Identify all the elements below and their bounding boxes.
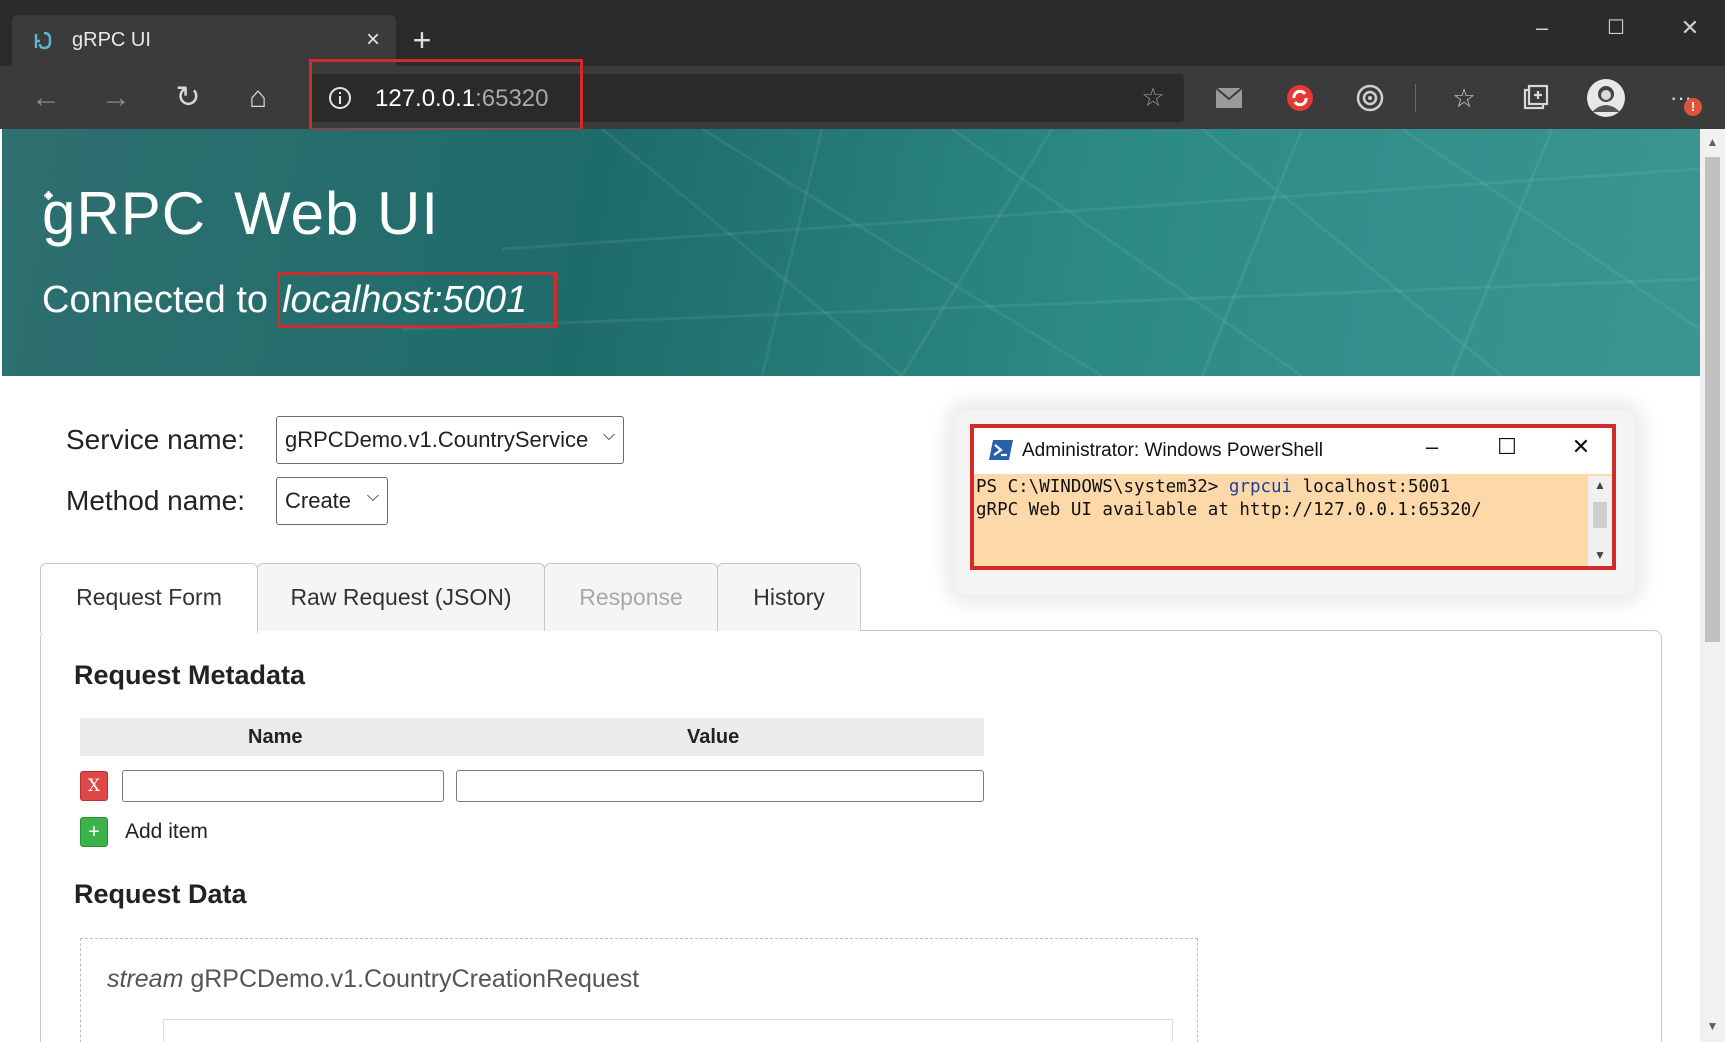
toolbar-separator [1415, 84, 1416, 112]
console-line: PS C:\WINDOWS\system32> grpcui localhost… [976, 476, 1588, 499]
console-command: grpcui [1228, 477, 1293, 497]
banner-pattern [401, 129, 1700, 376]
method-name-label: Method name: [66, 485, 245, 516]
address-highlight-box [309, 59, 583, 131]
powershell-icon [989, 440, 1013, 460]
forward-icon[interactable]: → [94, 76, 138, 120]
profile-avatar[interactable] [1583, 75, 1629, 121]
add-item-button[interactable]: + [80, 817, 108, 847]
metadata-name-input[interactable] [122, 770, 444, 802]
scroll-down-arrow-icon[interactable]: ▼ [1703, 1019, 1722, 1039]
scrollbar-thumb[interactable] [1593, 502, 1607, 528]
metadata-value-input[interactable] [456, 770, 984, 802]
notification-badge: ! [1684, 98, 1702, 116]
message-fields-box [163, 1019, 1173, 1042]
maximize-icon[interactable]: ☐ [1586, 10, 1646, 46]
message-type-name: gRPCDemo.v1.CountryCreationRequest [183, 965, 640, 993]
logo-grpc: gRPC [42, 180, 207, 247]
service-name-value: gRPCDemo.v1.CountryService [285, 427, 589, 452]
service-name-label: Service name: [66, 424, 245, 455]
powershell-window: Administrator: Windows PowerShell – ☐ ✕ … [970, 424, 1616, 570]
tab-response[interactable]: Response [544, 563, 718, 631]
sync-extension-icon[interactable] [1277, 75, 1323, 121]
close-icon[interactable]: ✕ [1563, 434, 1599, 466]
tab-request-form[interactable]: Request Form [40, 563, 258, 633]
collections-icon[interactable] [1512, 75, 1558, 121]
refresh-icon[interactable]: ↻ [166, 76, 210, 120]
tab-strip: gRPC UI × + – ☐ ✕ [0, 0, 1725, 66]
chevron-down-icon: ⌵ [602, 427, 615, 444]
browser-chrome: gRPC UI × + – ☐ ✕ ← → ↻ ⌂ 127.0.0.1:6532… [0, 0, 1725, 129]
target-extension-icon[interactable] [1347, 75, 1393, 121]
console-args: localhost:5001 [1292, 477, 1451, 497]
powershell-console[interactable]: PS C:\WINDOWS\system32> grpcui localhost… [974, 476, 1588, 566]
maximize-icon[interactable]: ☐ [1489, 434, 1525, 466]
powershell-title: Administrator: Windows PowerShell [1022, 440, 1323, 461]
close-tab-icon[interactable]: × [358, 25, 388, 55]
minimize-icon[interactable]: – [1512, 10, 1572, 46]
browser-toolbar: ← → ↻ ⌂ 127.0.0.1:65320 ☆ ☆ ··· ! [0, 66, 1725, 129]
back-icon[interactable]: ← [24, 76, 68, 120]
close-window-icon[interactable]: ✕ [1660, 10, 1720, 46]
request-metadata-heading: Request Metadata [74, 660, 306, 690]
remove-row-button[interactable]: X [80, 771, 108, 801]
header-banner: gRPC Web UI Connected to localhost:5001 [2, 129, 1700, 376]
mail-icon[interactable] [1206, 75, 1252, 121]
scrollbar-thumb[interactable] [1705, 157, 1720, 642]
method-name-select[interactable]: Create ⌵ [276, 477, 388, 525]
tab-raw-request[interactable]: Raw Request (JSON) [257, 563, 545, 631]
metadata-table-header: Name Value [80, 718, 984, 756]
column-header-value: Value [687, 726, 740, 748]
favorites-icon[interactable]: ☆ [1441, 75, 1487, 121]
message-type-label: stream gRPCDemo.v1.CountryCreationReques… [107, 965, 639, 994]
stream-keyword: stream [107, 965, 184, 993]
connected-label: Connected to [42, 279, 269, 321]
new-tab-button[interactable]: + [404, 22, 440, 58]
scroll-up-arrow-icon[interactable]: ▲ [1594, 478, 1606, 492]
method-name-value: Create [285, 488, 352, 513]
powershell-scrollbar[interactable]: ▲ ▼ [1588, 476, 1612, 566]
app-logo: gRPC Web UI [42, 179, 439, 248]
logo-webui: Web UI [234, 180, 440, 247]
favorite-star-icon[interactable]: ☆ [1137, 82, 1169, 114]
service-name-select[interactable]: gRPCDemo.v1.CountryService ⌵ [276, 416, 624, 464]
column-header-name: Name [248, 726, 303, 748]
home-icon[interactable]: ⌂ [236, 76, 280, 120]
scroll-up-arrow-icon[interactable]: ▲ [1703, 135, 1722, 155]
console-prompt: PS C:\WINDOWS\system32> [976, 477, 1229, 497]
add-item-label[interactable]: Add item [125, 820, 208, 844]
page-scrollbar[interactable]: ▲ ▼ [1700, 129, 1725, 1042]
tab-title: gRPC UI [72, 29, 151, 51]
scroll-down-arrow-icon[interactable]: ▼ [1594, 548, 1606, 562]
console-output: gRPC Web UI available at http://127.0.0.… [976, 500, 1482, 520]
host-highlight-box [277, 272, 557, 328]
chevron-down-icon: ⌵ [366, 488, 379, 505]
powershell-titlebar[interactable]: Administrator: Windows PowerShell – ☐ ✕ [974, 428, 1612, 474]
request-data-heading: Request Data [74, 879, 247, 909]
sparkle-icon [44, 191, 53, 200]
tab-history[interactable]: History [717, 563, 861, 631]
grpc-favicon-icon [34, 31, 52, 50]
minimize-icon[interactable]: – [1414, 434, 1450, 466]
request-data-box: stream gRPCDemo.v1.CountryCreationReques… [80, 938, 1198, 1042]
